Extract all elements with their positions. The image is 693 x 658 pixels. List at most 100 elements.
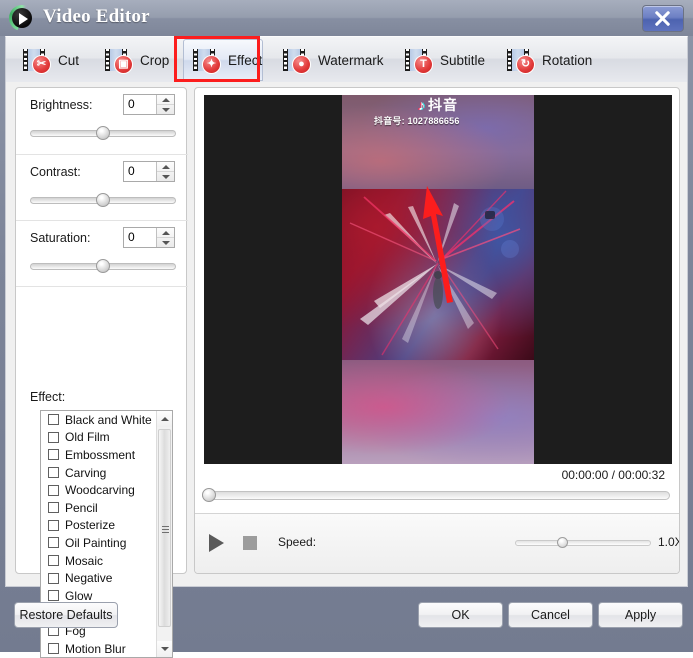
tab-effect[interactable]: ✦ Effect xyxy=(183,39,263,81)
tab-label: Cut xyxy=(58,52,80,68)
contrast-slider[interactable] xyxy=(30,193,176,207)
saturation-decrement-button[interactable] xyxy=(157,238,174,247)
effect-checkbox[interactable] xyxy=(48,484,59,496)
tab-subtitle[interactable]: T Subtitle xyxy=(396,39,492,81)
tab-watermark[interactable]: ● Watermark xyxy=(274,39,390,81)
effect-item-label: Old Film xyxy=(65,430,110,445)
effect-checkbox[interactable] xyxy=(48,572,59,584)
brightness-slider[interactable] xyxy=(30,126,176,140)
tab-strip: ✂ Cut ▣ Crop ✦ Effect ● Watermark T Subt… xyxy=(5,36,688,82)
contrast-group: Contrast: 0 xyxy=(16,154,188,221)
tab-label: Watermark xyxy=(318,52,384,68)
effect-item-label: Negative xyxy=(65,571,113,586)
contrast-stepper[interactable]: 0 xyxy=(123,161,175,182)
film-crop-icon: ▣ xyxy=(105,48,135,74)
saturation-group: Saturation: 0 xyxy=(16,220,188,287)
stop-icon[interactable] xyxy=(243,536,257,550)
contrast-label: Contrast: xyxy=(30,165,81,179)
close-button[interactable] xyxy=(642,5,684,32)
video-frame-core: 前行风云 xyxy=(342,189,534,360)
contrast-value: 0 xyxy=(128,164,135,178)
saturation-label: Saturation: xyxy=(30,231,91,245)
video-editor-window: Video Editor ✂ Cut ▣ Crop ✦ Effect ● Wat… xyxy=(0,0,693,658)
effect-settings-panel: Brightness: 0 Contrast: 0 Saturation: 0 … xyxy=(15,87,188,658)
effect-list-item[interactable]: Pencil xyxy=(41,499,172,517)
effect-list-item[interactable]: Posterize xyxy=(41,517,172,535)
restore-defaults-button[interactable]: Restore Defaults xyxy=(14,602,118,628)
watermark-name: 抖音 xyxy=(428,97,458,113)
brightness-stepper[interactable]: 0 xyxy=(123,94,175,115)
brightness-group: Brightness: 0 xyxy=(16,88,188,154)
effect-item-label: Woodcarving xyxy=(65,483,135,498)
seek-slider[interactable] xyxy=(202,488,670,502)
effect-list-item[interactable]: Old Film xyxy=(41,429,172,447)
preview-panel: 前行风云 ♪ 抖音 抖音号: 1027886656 00:00:00 / 00:… xyxy=(194,87,680,574)
watermark-id: 抖音号: 1027886656 xyxy=(374,116,460,126)
effect-item-label: Mosaic xyxy=(65,553,104,568)
effect-checkbox[interactable] xyxy=(48,555,59,567)
saturation-slider[interactable] xyxy=(30,259,176,273)
speed-slider[interactable] xyxy=(515,537,651,548)
film-scissors-icon: ✂ xyxy=(23,48,53,74)
tab-cut[interactable]: ✂ Cut xyxy=(14,39,90,81)
film-text-icon: T xyxy=(405,48,435,74)
brightness-label: Brightness: xyxy=(30,98,93,112)
tab-label: Rotation xyxy=(542,52,593,68)
effect-item-label: Pencil xyxy=(65,500,98,515)
brightness-increment-button[interactable] xyxy=(157,95,174,105)
dialog-button-bar: Restore Defaults OK Cancel Apply xyxy=(0,594,693,652)
effect-list-item[interactable]: Woodcarving xyxy=(41,481,172,499)
effect-list-item[interactable]: Carving xyxy=(41,464,172,482)
contrast-increment-button[interactable] xyxy=(157,162,174,172)
effect-item-label: Posterize xyxy=(65,518,116,533)
tab-label: Effect xyxy=(228,52,263,68)
title-bar: Video Editor xyxy=(0,0,693,36)
saturation-stepper[interactable]: 0 xyxy=(123,227,175,248)
brightness-value: 0 xyxy=(128,97,135,111)
video-frame: 前行风云 ♪ 抖音 抖音号: 1027886656 xyxy=(342,95,534,464)
tab-label: Crop xyxy=(140,52,170,68)
effect-list-label: Effect: xyxy=(30,390,66,404)
tiktok-watermark: ♪ 抖音 xyxy=(342,98,534,112)
contrast-decrement-button[interactable] xyxy=(157,172,174,181)
tab-label: Subtitle xyxy=(440,52,486,68)
effect-checkbox[interactable] xyxy=(48,414,59,426)
playback-controls: Speed: 1.0X xyxy=(195,514,679,573)
music-note-icon: ♪ xyxy=(418,97,425,113)
brightness-decrement-button[interactable] xyxy=(157,105,174,114)
scroll-up-button[interactable] xyxy=(157,411,172,427)
effect-list-item[interactable]: Negative xyxy=(41,569,172,587)
film-droplet-icon: ● xyxy=(283,48,313,74)
effect-list-item[interactable]: Oil Painting xyxy=(41,534,172,552)
effect-item-label: Embossment xyxy=(65,447,136,462)
play-icon[interactable] xyxy=(209,534,224,552)
tab-crop[interactable]: ▣ Crop xyxy=(96,39,178,81)
app-logo-icon xyxy=(9,5,35,31)
film-wand-icon: ✦ xyxy=(193,48,223,74)
effect-checkbox[interactable] xyxy=(48,537,59,549)
video-preview[interactable]: 前行风云 ♪ 抖音 抖音号: 1027886656 xyxy=(204,95,672,464)
apply-button[interactable]: Apply xyxy=(598,602,683,628)
effect-item-label: Black and White xyxy=(65,412,152,427)
effect-item-label: Oil Painting xyxy=(65,535,127,550)
effect-list-item[interactable]: Embossment xyxy=(41,446,172,464)
window-title: Video Editor xyxy=(43,6,150,27)
cancel-button[interactable]: Cancel xyxy=(508,602,593,628)
effect-checkbox[interactable] xyxy=(48,449,59,461)
saturation-value: 0 xyxy=(128,230,135,244)
effect-checkbox[interactable] xyxy=(48,467,59,479)
speed-label: Speed: xyxy=(278,535,317,549)
stage-lights-decoration xyxy=(349,190,521,356)
saturation-increment-button[interactable] xyxy=(157,228,174,238)
effect-checkbox[interactable] xyxy=(48,502,59,514)
effect-checkbox[interactable] xyxy=(48,431,59,443)
tab-rotation[interactable]: ↻ Rotation xyxy=(498,39,598,81)
effect-item-label: Carving xyxy=(65,465,107,480)
film-rotate-icon: ↻ xyxy=(507,48,537,74)
effect-checkbox[interactable] xyxy=(48,519,59,531)
time-display: 00:00:00 / 00:00:32 xyxy=(561,468,665,482)
effect-list-item[interactable]: Mosaic xyxy=(41,552,172,570)
effect-list-item[interactable]: Black and White xyxy=(41,411,172,429)
speed-value: 1.0X xyxy=(658,535,679,549)
ok-button[interactable]: OK xyxy=(418,602,503,628)
